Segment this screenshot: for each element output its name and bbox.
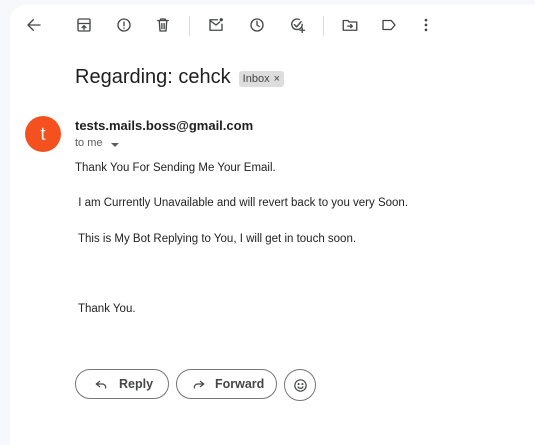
add-reaction-button[interactable] bbox=[284, 369, 316, 401]
email-subject: Regarding: cehck bbox=[75, 66, 231, 88]
trash-icon bbox=[157, 18, 169, 32]
archive-button[interactable] bbox=[68, 9, 100, 41]
reply-icon bbox=[95, 380, 107, 389]
email-body-line: Thank You For Sending Me Your Email. bbox=[75, 162, 276, 174]
toolbar bbox=[0, 0, 535, 42]
recipient-label: to me bbox=[75, 137, 103, 149]
sender-email[interactable]: tests.mails.boss@gmail.com bbox=[75, 118, 253, 133]
sender-avatar[interactable]: t bbox=[25, 116, 61, 152]
chevron-down-icon[interactable] bbox=[110, 142, 119, 147]
email-subject-row: Regarding: cehck Inbox × bbox=[75, 66, 285, 89]
toolbar-divider bbox=[189, 16, 190, 36]
back-button[interactable] bbox=[18, 9, 50, 41]
emoji-icon bbox=[293, 378, 307, 392]
more-options-button[interactable] bbox=[410, 9, 442, 41]
labels-button[interactable] bbox=[373, 9, 405, 41]
arrow-back-icon bbox=[27, 19, 41, 31]
report-spam-button[interactable] bbox=[108, 9, 140, 41]
recipient-details[interactable]: to me bbox=[75, 137, 119, 149]
avatar-letter: t bbox=[40, 123, 46, 144]
mark-unread-button[interactable] bbox=[200, 9, 232, 41]
add-to-tasks-button[interactable] bbox=[281, 9, 313, 41]
forward-icon bbox=[193, 380, 205, 389]
reply-label: Reply bbox=[119, 377, 154, 391]
archive-icon bbox=[77, 18, 91, 32]
email-body-line: This is My Bot Replying to You, I will g… bbox=[75, 233, 357, 245]
forward-button[interactable]: Forward bbox=[176, 369, 277, 399]
snooze-button[interactable] bbox=[241, 9, 273, 41]
forward-label: Forward bbox=[215, 377, 265, 391]
folder-move-icon bbox=[342, 19, 358, 31]
remove-label-icon[interactable]: × bbox=[274, 73, 280, 85]
email-body-line: Thank You. bbox=[75, 303, 136, 315]
toolbar-divider bbox=[323, 16, 324, 36]
mark-unread-icon bbox=[209, 18, 223, 31]
clock-icon bbox=[250, 18, 264, 32]
reply-button[interactable]: Reply bbox=[75, 369, 169, 399]
email-body-line: I am Currently Unavailable and will reve… bbox=[75, 197, 409, 209]
more-vertical-icon bbox=[424, 18, 428, 32]
inbox-label-chip[interactable]: Inbox × bbox=[238, 70, 285, 87]
label-chip-text: Inbox bbox=[242, 72, 270, 85]
add-task-icon bbox=[291, 18, 306, 34]
delete-button[interactable] bbox=[147, 9, 179, 41]
move-to-button[interactable] bbox=[334, 9, 366, 41]
report-icon bbox=[117, 18, 131, 32]
label-icon bbox=[382, 19, 396, 31]
